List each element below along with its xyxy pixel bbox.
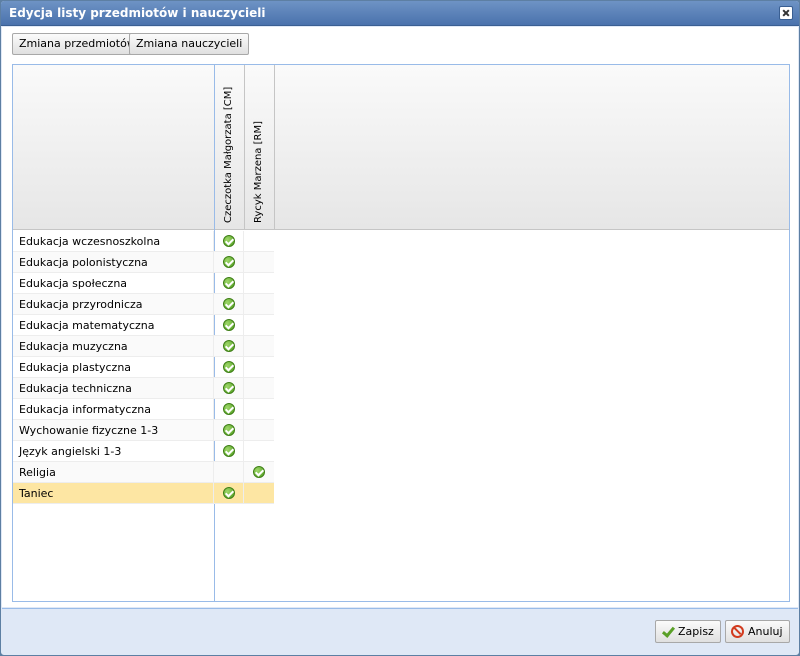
assignment-grid: Czeczotka Małgorzata [CM] Rycyk Marzena …	[12, 64, 790, 602]
subject-rows: Edukacja wczesnoszkolna Edukacja polonist…	[13, 231, 274, 504]
subject-name: Edukacja przyrodnicza	[19, 298, 143, 311]
grid-header: Czeczotka Małgorzata [CM] Rycyk Marzena …	[13, 65, 789, 230]
table-row[interactable]: Edukacja wczesnoszkolna	[13, 231, 274, 252]
assignment-cell-cm[interactable]	[213, 252, 243, 273]
check-circle-icon	[223, 403, 235, 415]
save-button-label: Zapisz	[678, 625, 714, 638]
assignment-cell-rm[interactable]	[243, 231, 273, 252]
subject-name: Edukacja społeczna	[19, 277, 128, 290]
teacher-header-cm[interactable]: Czeczotka Małgorzata [CM]	[214, 73, 244, 223]
assignment-cell-cm[interactable]	[213, 399, 243, 420]
dialog-title: Edycja listy przedmiotów i nauczycieli	[9, 6, 266, 20]
subject-name: Edukacja wczesnoszkolna	[19, 235, 161, 248]
teacher-header-label: Czeczotka Małgorzata [CM]	[223, 86, 234, 223]
table-row[interactable]: Religia	[13, 462, 274, 483]
assignment-cell-cm[interactable]	[213, 231, 243, 252]
subject-name: Język angielski 1-3	[19, 445, 122, 458]
column-separator	[274, 65, 275, 230]
subject-name: Edukacja matematyczna	[19, 319, 155, 332]
table-row[interactable]: Język angielski 1-3	[13, 441, 274, 462]
title-bar: Edycja listy przedmiotów i nauczycieli	[1, 1, 799, 26]
table-row[interactable]: Edukacja przyrodnicza	[13, 294, 274, 315]
assignment-cell-cm[interactable]	[213, 462, 243, 483]
assignment-cell-rm[interactable]	[243, 294, 273, 315]
check-circle-icon	[223, 487, 235, 499]
table-row[interactable]: Edukacja muzyczna	[13, 336, 274, 357]
assignment-cell-rm[interactable]	[243, 462, 273, 483]
subject-name: Edukacja informatyczna	[19, 403, 151, 416]
assignment-cell-cm[interactable]	[213, 273, 243, 294]
assignment-cell-rm[interactable]	[243, 378, 273, 399]
assignment-cell-rm[interactable]	[243, 315, 273, 336]
subject-name: Edukacja muzyczna	[19, 340, 128, 353]
assignment-cell-cm[interactable]	[213, 315, 243, 336]
assignment-cell-rm[interactable]	[243, 357, 273, 378]
table-row[interactable]: Wychowanie fizyczne 1-3	[13, 420, 274, 441]
table-row[interactable]: Edukacja plastyczna	[13, 357, 274, 378]
assignment-cell-rm[interactable]	[243, 336, 273, 357]
subject-name: Edukacja techniczna	[19, 382, 132, 395]
assignment-cell-cm[interactable]	[213, 483, 243, 504]
subject-name: Edukacja plastyczna	[19, 361, 132, 374]
assignment-cell-rm[interactable]	[243, 273, 273, 294]
toolbar: Zmiana przedmiotów Zmiana nauczycieli	[2, 27, 798, 63]
assignment-cell-cm[interactable]	[213, 378, 243, 399]
assignment-cell-rm[interactable]	[243, 441, 273, 462]
assignment-cell-cm[interactable]	[213, 357, 243, 378]
table-row[interactable]: Edukacja informatyczna	[13, 399, 274, 420]
check-circle-icon	[223, 445, 235, 457]
check-circle-icon	[223, 298, 235, 310]
cancel-button[interactable]: Anuluj	[725, 620, 790, 643]
cancel-button-label: Anuluj	[748, 625, 783, 638]
check-circle-icon	[223, 361, 235, 373]
assignment-cell-rm[interactable]	[243, 252, 273, 273]
subject-name: Edukacja polonistyczna	[19, 256, 148, 269]
dialog-footer: Zapisz Anuluj	[2, 608, 798, 654]
assignment-cell-cm[interactable]	[213, 294, 243, 315]
table-row[interactable]: Edukacja matematyczna	[13, 315, 274, 336]
assignment-cell-cm[interactable]	[213, 420, 243, 441]
table-row[interactable]: Edukacja polonistyczna	[13, 252, 274, 273]
assignment-cell-cm[interactable]	[213, 441, 243, 462]
close-icon[interactable]	[779, 6, 793, 20]
table-row[interactable]: Edukacja społeczna	[13, 273, 274, 294]
teacher-header-rm[interactable]: Rycyk Marzena [RM]	[244, 73, 274, 223]
check-circle-icon	[223, 424, 235, 436]
assignment-cell-cm[interactable]	[213, 336, 243, 357]
assignment-cell-rm[interactable]	[243, 420, 273, 441]
subject-name: Taniec	[19, 487, 54, 500]
check-circle-icon	[253, 466, 265, 478]
check-circle-icon	[223, 319, 235, 331]
table-row[interactable]: Taniec	[13, 483, 274, 504]
check-circle-icon	[223, 235, 235, 247]
check-circle-icon	[223, 340, 235, 352]
dialog-body: Zmiana przedmiotów Zmiana nauczycieli Cz…	[2, 27, 798, 607]
change-subjects-button[interactable]: Zmiana przedmiotów	[12, 33, 143, 55]
checkmark-icon	[661, 625, 674, 638]
dialog-window: Edycja listy przedmiotów i nauczycieli Z…	[0, 0, 800, 656]
assignment-cell-rm[interactable]	[243, 483, 273, 504]
check-circle-icon	[223, 277, 235, 289]
subject-name: Wychowanie fizyczne 1-3	[19, 424, 159, 437]
teacher-header-label: Rycyk Marzena [RM]	[253, 121, 264, 223]
change-teachers-button[interactable]: Zmiana nauczycieli	[129, 33, 250, 55]
check-circle-icon	[223, 256, 235, 268]
assignment-cell-rm[interactable]	[243, 399, 273, 420]
check-circle-icon	[223, 382, 235, 394]
cancel-icon	[731, 625, 744, 638]
table-row[interactable]: Edukacja techniczna	[13, 378, 274, 399]
subject-name: Religia	[19, 466, 56, 479]
save-button[interactable]: Zapisz	[655, 620, 721, 643]
